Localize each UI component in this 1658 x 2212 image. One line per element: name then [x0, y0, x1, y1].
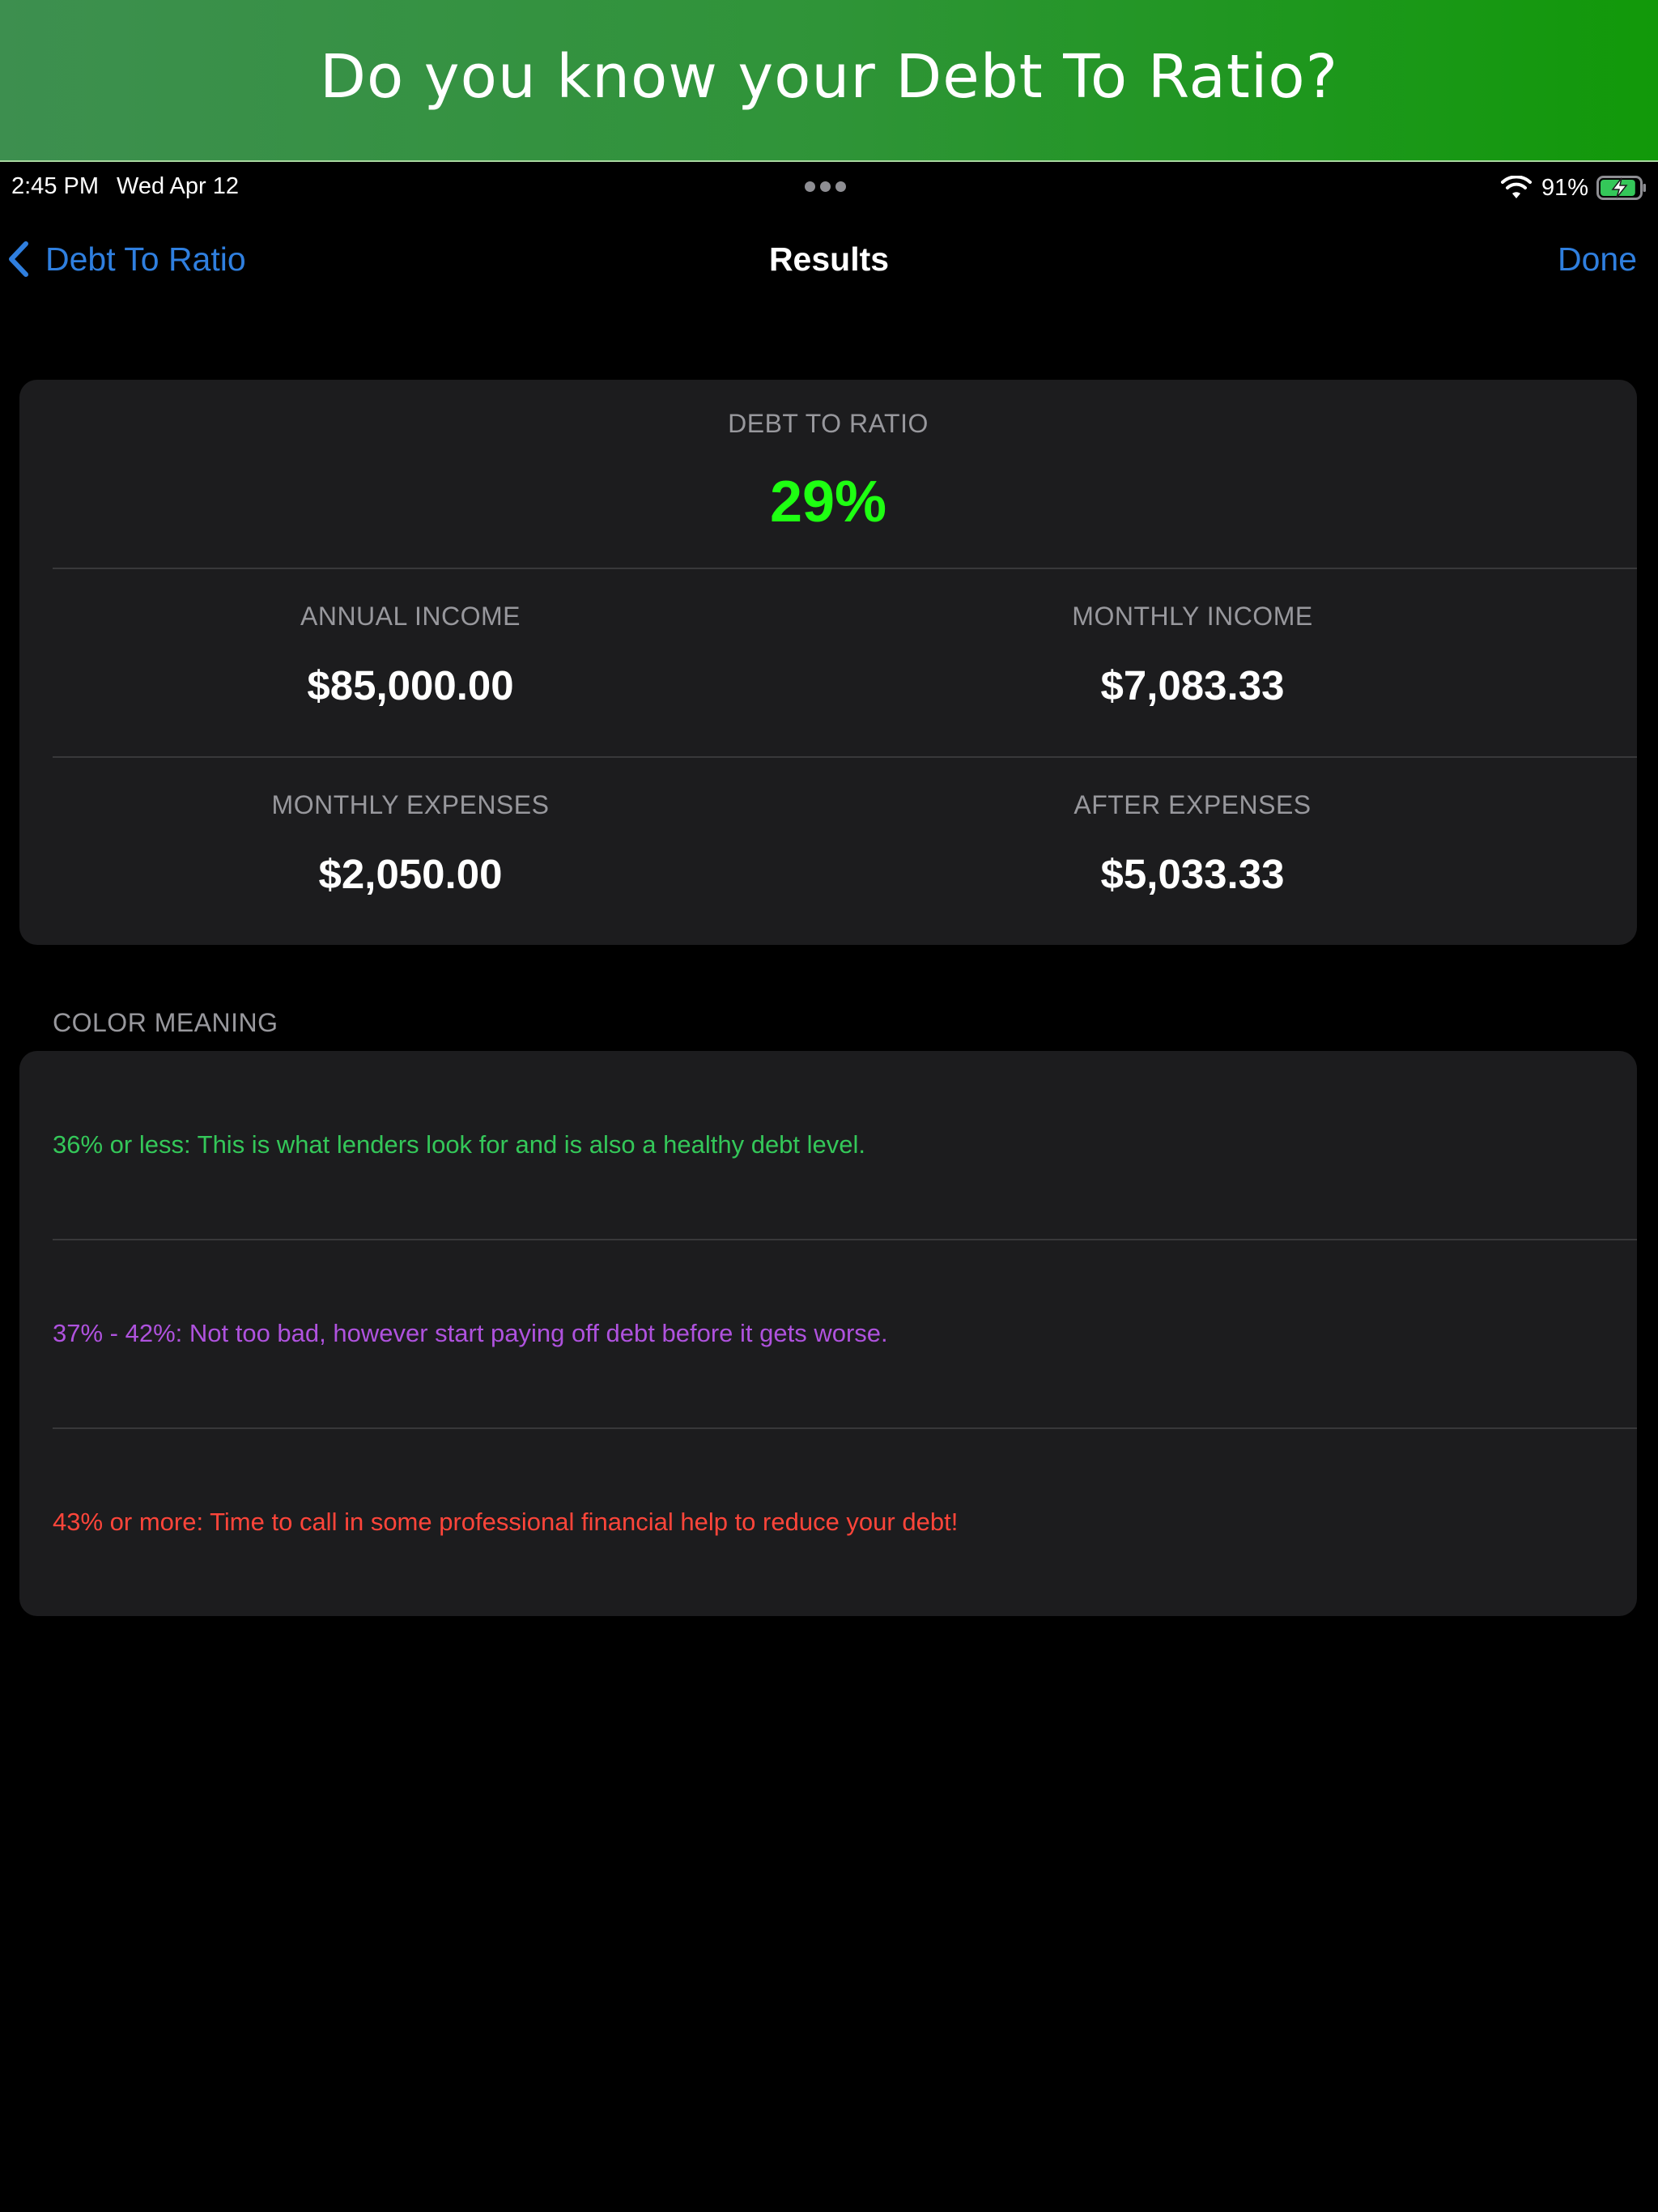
- monthly-expenses-label: MONTHLY EXPENSES: [271, 790, 550, 819]
- color-meaning-header: COLOR MEANING: [53, 1008, 278, 1037]
- color-meaning-item-purple: 37% - 42%: Not too bad, however start pa…: [53, 1319, 888, 1347]
- battery-percent: 91%: [1541, 174, 1588, 201]
- monthly-income-value: $7,083.33: [1100, 662, 1285, 708]
- banner-title: Do you know your Debt To Ratio?: [320, 42, 1338, 112]
- wifi-icon: [1500, 176, 1532, 198]
- back-button-label: Debt To Ratio: [45, 240, 246, 278]
- color-meaning-item-red: 43% or more: Time to call in some profes…: [53, 1508, 959, 1536]
- annual-income-label: ANNUAL INCOME: [300, 602, 521, 631]
- debt-ratio-value: 29%: [769, 470, 887, 534]
- debt-ratio-row: DEBT TO RATIO 29%: [19, 380, 1637, 568]
- monthly-income-label: MONTHLY INCOME: [1072, 602, 1313, 631]
- monthly-expenses-value: $2,050.00: [318, 851, 503, 897]
- chevron-left-icon: [9, 241, 28, 277]
- annual-income-value: $85,000.00: [307, 662, 514, 708]
- status-date: Wed Apr 12: [117, 173, 240, 199]
- promo-banner: Do you know your Debt To Ratio?: [0, 0, 1658, 162]
- back-button[interactable]: Debt To Ratio: [6, 236, 246, 282]
- after-expenses-label: AFTER EXPENSES: [1073, 790, 1312, 819]
- debt-ratio-label: DEBT TO RATIO: [728, 409, 929, 438]
- after-expenses-value: $5,033.33: [1100, 851, 1285, 897]
- status-indicators: 91%: [1500, 172, 1647, 204]
- multitasking-dots-icon[interactable]: [805, 181, 853, 193]
- page-title: Results: [768, 240, 890, 278]
- color-meaning-card: 36% or less: This is what lenders look f…: [19, 1051, 1637, 1616]
- divider: [53, 568, 1637, 569]
- status-bar: 2:45 PM Wed Apr 12 91%: [0, 165, 1658, 211]
- color-meaning-item-green: 36% or less: This is what lenders look f…: [53, 1130, 866, 1159]
- status-time: 2:45 PM: [11, 173, 99, 199]
- navigation-bar: Debt To Ratio Results Done: [0, 227, 1658, 291]
- battery-charging-icon: [1596, 176, 1646, 200]
- divider: [53, 756, 1637, 758]
- done-button[interactable]: Done: [1558, 236, 1637, 282]
- status-clock: 2:45 PM Wed Apr 12: [11, 173, 239, 200]
- results-card: DEBT TO RATIO 29% ANNUAL INCOME $85,000.…: [19, 380, 1637, 945]
